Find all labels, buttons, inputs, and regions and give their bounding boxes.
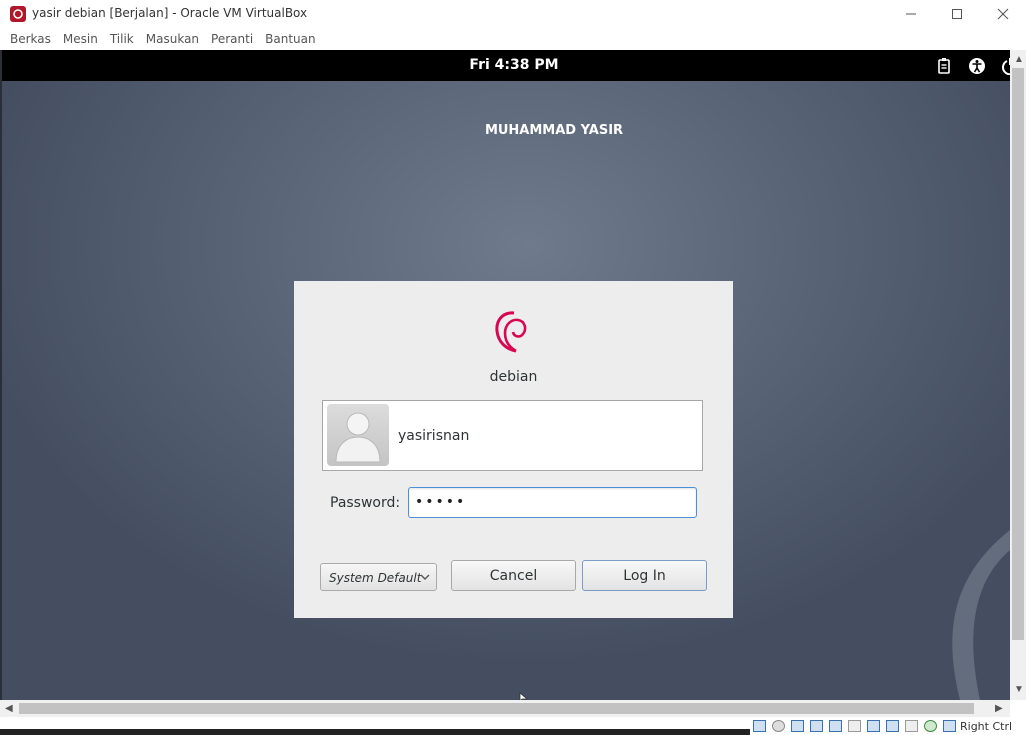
password-input[interactable]: ••••• [408,487,697,518]
optical-drive-icon[interactable] [772,720,785,732]
mouse-integration-icon[interactable] [943,720,956,732]
video-capture-icon[interactable] [886,720,899,732]
username: yasirisnan [398,428,470,444]
virtualbox-app-icon [10,6,26,22]
vertical-scroll-thumb[interactable] [1012,68,1024,640]
minimize-icon [906,13,916,15]
window-title: yasir debian [Berjalan] - Oracle VM Virt… [32,6,308,20]
password-label: Password: [330,495,401,511]
audio-icon[interactable] [791,720,804,732]
window-titlebar: yasir debian [Berjalan] - Oracle VM Virt… [0,0,1026,28]
mouse-cursor-icon [519,692,529,700]
chevron-down-icon [420,574,430,580]
user-avatar-icon [327,404,389,466]
menu-peranti[interactable]: Peranti [205,32,259,46]
scroll-down-icon[interactable]: ▼ [1014,684,1024,695]
login-dialog: debian yasirisnan Password: ••••• System… [294,281,733,618]
menu-berkas[interactable]: Berkas [4,32,57,46]
guest-additions-icon[interactable] [905,720,918,732]
horizontal-scroll-thumb[interactable] [19,703,974,714]
shared-folders-icon[interactable] [848,720,861,732]
scroll-left-icon[interactable]: ◀ [5,703,13,714]
menu-masukan[interactable]: Masukan [140,32,205,46]
vm-status-bar: Right Ctrl [0,717,1026,735]
debian-logo-icon [495,311,527,353]
clipboard-battery-icon[interactable] [935,57,953,75]
horizontal-scrollbar[interactable]: ◀ ▶ [0,700,1010,717]
session-selector[interactable]: System Default [320,563,437,591]
selected-user[interactable]: yasirisnan [322,400,703,471]
gnome-top-bar: Fri 4:38 PM [2,50,1010,81]
menu-mesin[interactable]: Mesin [57,32,104,46]
cancel-button[interactable]: Cancel [451,560,576,591]
scroll-up-icon[interactable]: ▲ [1014,54,1024,65]
distro-name: debian [489,369,538,385]
menu-bar: Berkas Mesin Tilik Masukan Peranti Bantu… [0,28,1026,50]
maximize-button[interactable] [934,0,980,28]
login-banner: MUHAMMAD YASIR [484,123,624,138]
login-button[interactable]: Log In [582,560,707,591]
power-icon[interactable] [1001,57,1010,75]
vertical-scrollbar[interactable]: ▲ ▼ [1010,50,1026,700]
clock[interactable]: Fri 4:38 PM [2,57,1010,73]
menu-tilik[interactable]: Tilik [104,32,140,46]
cpu-activity-icon[interactable] [924,720,937,732]
status-strip [0,729,750,735]
network-icon[interactable] [810,720,823,732]
hard-disk-icon[interactable] [753,720,766,732]
menu-bantuan[interactable]: Bantuan [259,32,321,46]
close-icon [997,8,1009,20]
vm-display[interactable]: Fri 4:38 PM MUHAMMAD YASIR debian yasiri… [2,50,1010,700]
accessibility-icon[interactable] [968,57,986,75]
minimize-button[interactable] [888,0,934,28]
display-icon[interactable] [867,720,880,732]
close-button[interactable] [980,0,1026,28]
host-key-label: Right Ctrl [960,720,1013,733]
scroll-right-icon[interactable]: ▶ [995,703,1003,714]
usb-icon[interactable] [829,720,842,732]
maximize-icon [952,9,962,19]
session-selected-value: System Default [329,571,422,585]
debian-swirl-wallpaper-icon [952,530,1010,700]
